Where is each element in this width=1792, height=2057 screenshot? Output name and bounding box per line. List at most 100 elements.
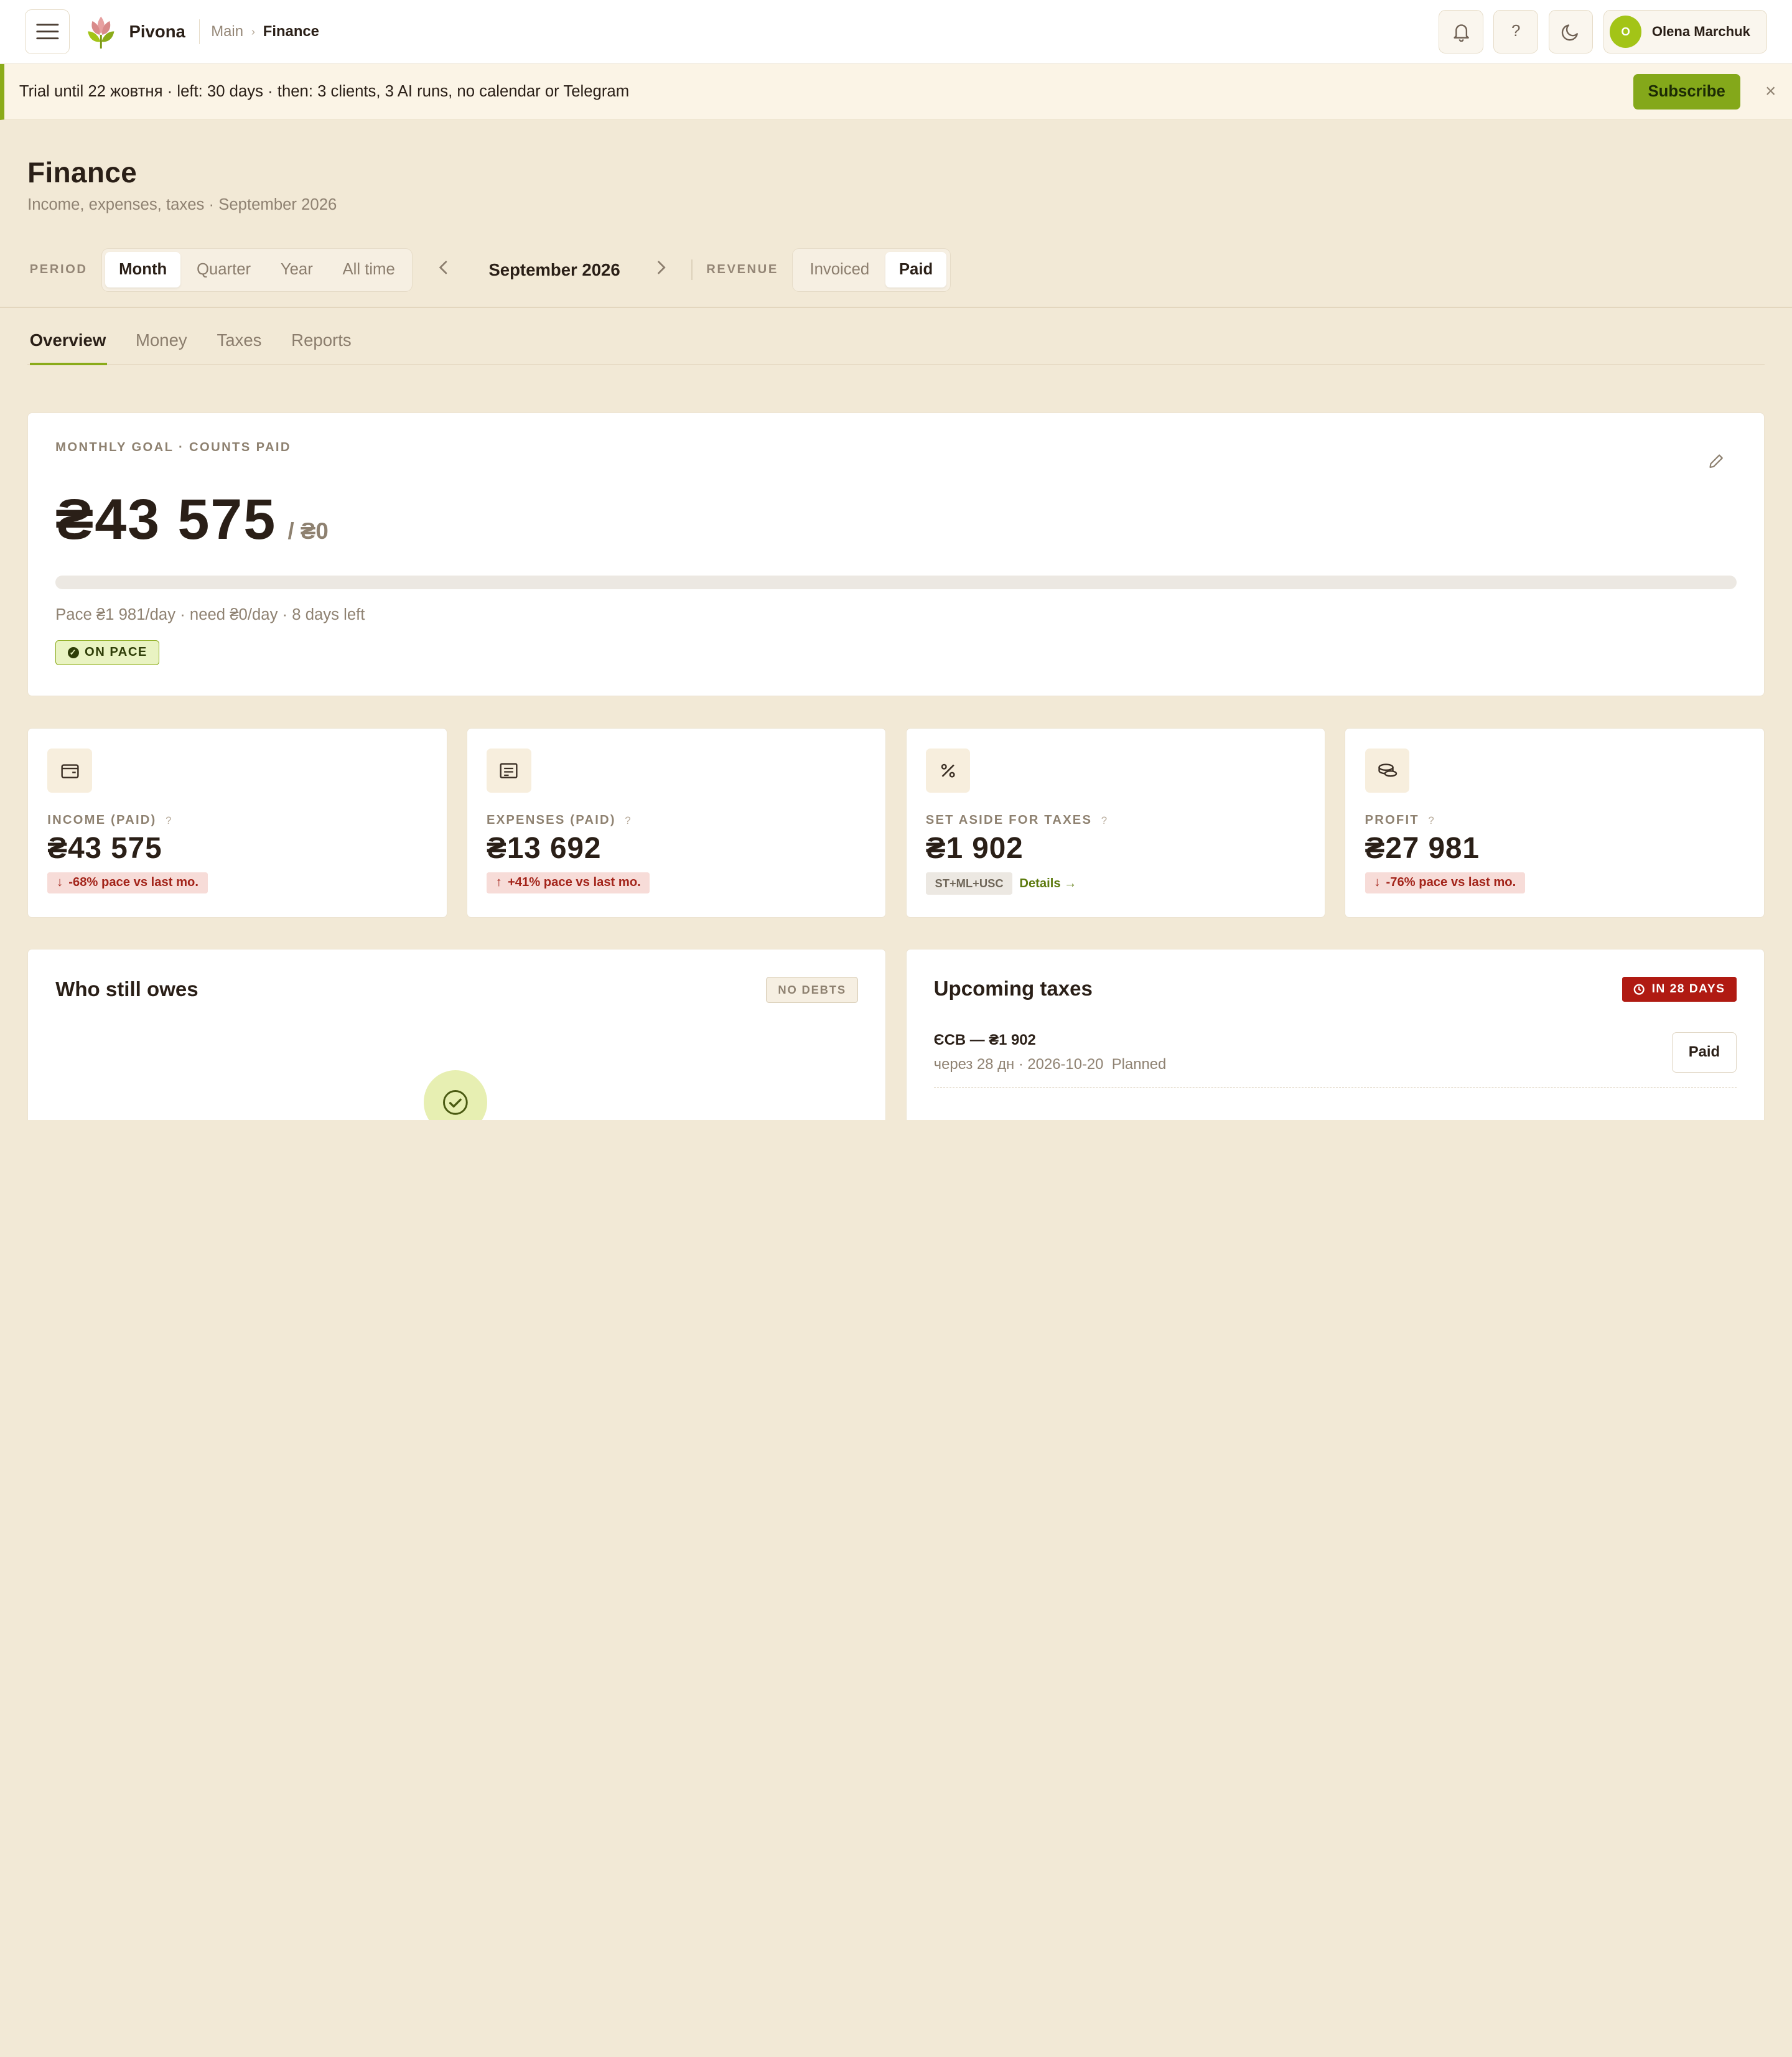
arrow-up-icon: ↑ (495, 875, 502, 890)
topbar-actions: ? O Olena Marchuk (1439, 10, 1767, 54)
info-icon[interactable]: ? (1101, 814, 1107, 827)
current-month: September 2026 (488, 259, 620, 279)
status-badge: ✓ ON PACE (55, 640, 160, 665)
delta-text: -76% pace vs last mo. (1386, 875, 1516, 890)
revenue-invoiced[interactable]: Invoiced (796, 252, 883, 287)
period-quarter[interactable]: Quarter (183, 252, 264, 287)
notifications-button[interactable] (1439, 10, 1483, 54)
trial-text: Trial until 22 жовтня · left: 30 days · … (19, 82, 630, 100)
page-subtitle: Income, expenses, taxes · September 2026 (27, 195, 337, 213)
card-title: Upcoming taxes (933, 977, 1093, 1001)
filter-controls: PERIOD Month Quarter Year All time Septe… (27, 248, 1765, 292)
clock-icon (1633, 984, 1645, 995)
tab-reports[interactable]: Reports (291, 308, 351, 365)
arrow-down-icon: ↓ (1374, 875, 1381, 890)
percent-icon (925, 748, 971, 793)
delta-badge: ↓ -68% pace vs last mo. (47, 872, 208, 893)
breadcrumb-main[interactable]: Main (211, 23, 243, 40)
user-name: Olena Marchuk (1651, 23, 1750, 39)
goal-label: MONTHLY GOAL · COUNTS PAID (55, 441, 291, 455)
details-link[interactable]: Details → (1019, 877, 1076, 891)
info-icon[interactable]: ? (166, 814, 171, 827)
revenue-paid[interactable]: Paid (885, 252, 947, 288)
page-header: Finance Income, expenses, taxes · Septem… (0, 120, 1792, 292)
tax-chip: ST+ML+USC (925, 872, 1013, 895)
arrow-down-icon: ↓ (56, 875, 63, 890)
tab-taxes[interactable]: Taxes (217, 308, 261, 365)
check-circle-icon (423, 1070, 488, 1120)
period-year[interactable]: Year (267, 252, 327, 287)
trial-banner: Trial until 22 жовтня · left: 30 days · … (0, 63, 1792, 120)
kpi-value: ₴43 575 (47, 831, 162, 865)
delta-text: +41% pace vs last mo. (508, 875, 641, 890)
due-badge-label: IN 28 DAYS (1651, 982, 1725, 996)
goal-target: / ₴0 (287, 518, 329, 544)
finance-app: Pivona Main › Finance ? O Olena Marchuk … (0, 0, 1792, 1120)
status-badge-label: ON PACE (85, 645, 147, 660)
pencil-icon[interactable] (1707, 452, 1725, 475)
user-menu[interactable]: O Olena Marchuk (1603, 10, 1767, 54)
chevron-right-icon[interactable] (655, 259, 671, 280)
list-item: ЄСВ — ₴1 902 через 28 дн · 2026-10-20 Pl… (933, 1031, 1737, 1088)
menu-button[interactable] (25, 9, 70, 54)
tax-due-info: через 28 дн · 2026-10-20 Planned (933, 1055, 1167, 1073)
chevron-left-icon[interactable] (438, 259, 454, 280)
page-title: Finance (27, 156, 138, 189)
check-icon: ✓ (67, 646, 79, 658)
subscribe-button[interactable]: Subscribe (1633, 73, 1740, 110)
tax-breakdown: ST+ML+USC Details → (925, 872, 1305, 895)
avatar: O (1609, 16, 1642, 48)
breadcrumb: Main › Finance (198, 19, 319, 45)
breadcrumb-current: Finance (263, 22, 319, 40)
kpi-profit[interactable]: PROFIT? ₴27 981 ↓ -76% pace vs last mo. (1345, 728, 1765, 918)
kpi-label-text: INCOME (PAID) (47, 813, 157, 828)
receipt-icon (487, 748, 531, 793)
tab-money[interactable]: Money (136, 308, 187, 365)
goal-progress-bar (55, 575, 1737, 589)
due-badge: IN 28 DAYS (1622, 976, 1737, 1002)
pace-text: Pace ₴1 981/day · need ₴0/day · 8 days l… (55, 606, 365, 624)
help-button[interactable]: ? (1493, 10, 1539, 54)
info-icon[interactable]: ? (1428, 814, 1434, 827)
kpi-label: INCOME (PAID)? (47, 813, 427, 828)
mark-paid-button[interactable]: Paid (1671, 1032, 1737, 1073)
wallet-icon (47, 748, 92, 793)
tab-bar: Overview Money Taxes Reports (27, 308, 1765, 366)
monthly-goal-card: MONTHLY GOAL · COUNTS PAID ₴43 575 / ₴0 … (27, 413, 1765, 696)
tax-name: ЄСВ — ₴1 902 (933, 1031, 1036, 1048)
kpi-label-text: PROFIT (1365, 813, 1419, 828)
delta-text: -68% pace vs last mo. (68, 875, 198, 890)
kpi-value: ₴13 692 (487, 831, 602, 865)
goal-amount-row: ₴43 575 / ₴0 (55, 487, 1737, 553)
delta-badge: ↓ -76% pace vs last mo. (1365, 872, 1525, 893)
period-all-time[interactable]: All time (329, 252, 408, 287)
bottom-row: Who still owes NO DEBTS Upcoming taxes I… (27, 948, 1765, 1120)
kpi-row: INCOME (PAID)? ₴43 575 ↓ -68% pace vs la… (27, 728, 1765, 918)
tab-overview[interactable]: Overview (29, 308, 107, 366)
close-icon[interactable]: × (1765, 81, 1776, 102)
kpi-income[interactable]: INCOME (PAID)? ₴43 575 ↓ -68% pace vs la… (27, 728, 447, 918)
moon-icon (1561, 24, 1578, 41)
who-owes-card: Who still owes NO DEBTS (27, 948, 887, 1120)
goal-amount: ₴43 575 (55, 487, 277, 551)
kpi-taxes[interactable]: SET ASIDE FOR TAXES? ₴1 902 ST+ML+USC De… (905, 728, 1326, 918)
divider (691, 259, 693, 281)
upcoming-taxes-card: Upcoming taxes IN 28 DAYS ЄСВ — ₴1 902 ч… (905, 948, 1765, 1120)
info-icon[interactable]: ? (625, 814, 630, 827)
revenue-label: REVENUE (706, 263, 778, 277)
kpi-expenses[interactable]: EXPENSES (PAID)? ₴13 692 ↑ +41% pace vs … (466, 728, 887, 918)
pivona-logo-icon (88, 16, 114, 49)
brand[interactable]: Pivona (82, 13, 185, 51)
period-month[interactable]: Month (105, 252, 181, 288)
kpi-value: ₴27 981 (1365, 831, 1480, 865)
revenue-selector: Invoiced Paid (791, 248, 951, 292)
top-bar: Pivona Main › Finance ? O Olena Marchuk (0, 0, 1792, 64)
theme-toggle-button[interactable] (1548, 10, 1594, 54)
bell-icon (1453, 24, 1469, 42)
kpi-label: PROFIT? (1365, 813, 1745, 828)
question-icon: ? (1511, 22, 1521, 40)
period-selector: Month Quarter Year All time (101, 248, 413, 292)
kpi-label: SET ASIDE FOR TAXES? (926, 813, 1305, 828)
period-label: PERIOD (29, 263, 88, 277)
hamburger-icon (36, 24, 59, 40)
